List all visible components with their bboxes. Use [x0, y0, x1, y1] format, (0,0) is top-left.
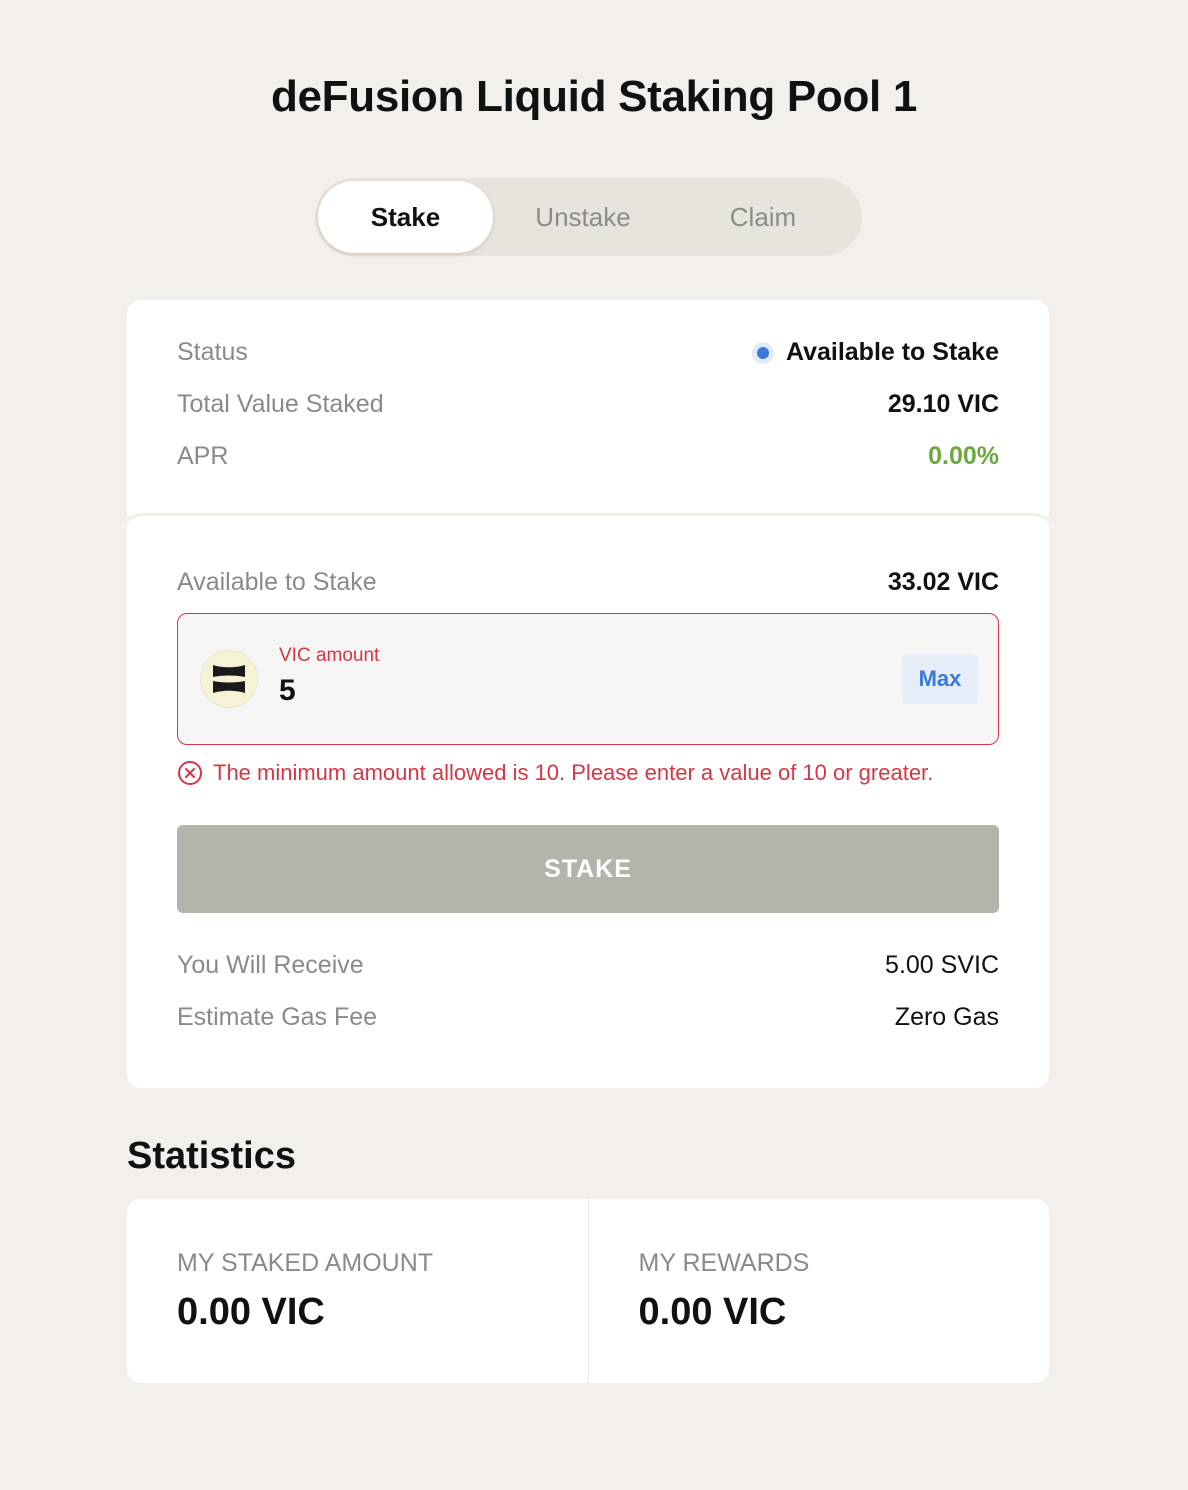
- stake-button[interactable]: STAKE: [177, 825, 999, 913]
- stat-value: 0.00 VIC: [638, 1291, 787, 1333]
- vic-token-icon: [200, 650, 258, 708]
- action-tabs: Stake Unstake Claim: [315, 178, 862, 256]
- total-value-staked-label: Total Value Staked: [177, 390, 384, 418]
- stat-rewards: MY REWARDS 0.00 VIC: [587, 1199, 1050, 1383]
- status-row: Status Available to Stake: [177, 338, 999, 367]
- statistics-card: MY STAKED AMOUNT 0.00 VIC MY REWARDS 0.0…: [127, 1199, 1049, 1383]
- status-dot-icon: [751, 341, 774, 364]
- apr-label: APR: [177, 442, 229, 470]
- amount-input-box[interactable]: VIC amount Max: [177, 613, 999, 745]
- receive-value: 5.00 SVIC: [885, 951, 999, 979]
- tab-unstake[interactable]: Unstake: [493, 181, 673, 253]
- tab-stake[interactable]: Stake: [318, 181, 493, 253]
- total-value-staked-value: 29.10 VIC: [887, 390, 999, 418]
- total-value-staked-row: Total Value Staked 29.10 VIC: [177, 390, 999, 419]
- error-text: The minimum amount allowed is 10. Please…: [213, 760, 934, 785]
- stake-form-card: Available to Stake 33.02 VIC VIC amount …: [127, 513, 1049, 1088]
- stat-staked-amount: MY STAKED AMOUNT 0.00 VIC: [127, 1199, 588, 1383]
- max-button[interactable]: Max: [902, 654, 978, 704]
- apr-row: APR 0.00%: [177, 442, 999, 471]
- page-title: deFusion Liquid Staking Pool 1: [270, 72, 918, 121]
- stat-label: MY REWARDS: [638, 1249, 810, 1277]
- apr-value: 0.00%: [928, 442, 999, 470]
- gas-fee-row: Estimate Gas Fee Zero Gas: [177, 1003, 999, 1032]
- stat-value: 0.00 VIC: [177, 1291, 325, 1333]
- receive-row: You Will Receive 5.00 SVIC: [177, 951, 999, 980]
- tab-claim[interactable]: Claim: [673, 181, 853, 253]
- available-to-stake-value: 33.02 VIC: [887, 568, 999, 596]
- gas-fee-label: Estimate Gas Fee: [177, 1003, 378, 1031]
- amount-input[interactable]: [279, 674, 839, 708]
- status-label: Status: [177, 338, 248, 366]
- error-circle-x-icon: [178, 761, 202, 785]
- receive-label: You Will Receive: [177, 951, 364, 979]
- staking-page: deFusion Liquid Staking Pool 1 Stake Uns…: [0, 0, 1188, 1490]
- pool-info-card: Status Available to Stake Total Value St…: [127, 300, 1049, 516]
- available-to-stake-row: Available to Stake 33.02 VIC: [177, 568, 999, 597]
- gas-fee-value: Zero Gas: [894, 1003, 999, 1031]
- available-to-stake-label: Available to Stake: [177, 568, 377, 596]
- status-value: Available to Stake: [751, 338, 999, 367]
- stat-label: MY STAKED AMOUNT: [177, 1249, 434, 1277]
- statistics-title: Statistics: [127, 1135, 296, 1177]
- amount-error-message: The minimum amount allowed is 10. Please…: [177, 760, 999, 786]
- amount-input-label: VIC amount: [279, 645, 380, 666]
- status-text: Available to Stake: [785, 338, 999, 366]
